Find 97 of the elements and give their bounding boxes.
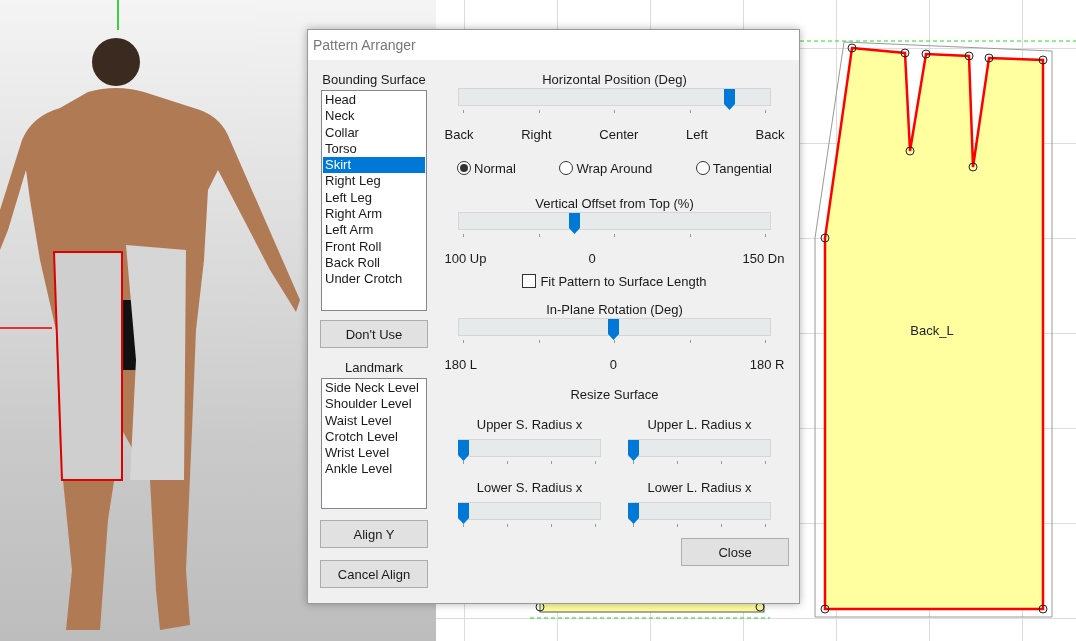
list-item[interactable]: Crotch Level	[323, 428, 425, 446]
tick-mark	[507, 524, 508, 527]
tick-mark	[721, 461, 722, 464]
list-item[interactable]: Ankle Level	[323, 461, 425, 478]
surface-list[interactable]: Head Neck Collar Torso Skirt Right Leg Left Leg Right Arm Left Arm Front Roll Back Roll Under Crotch	[321, 90, 427, 311]
tick-mark	[595, 461, 596, 464]
slider-title: In-Plane Rotation (Deg)	[546, 302, 683, 318]
pattern-piece-drawing[interactable]	[814, 41, 1053, 618]
tick-label: 0	[609, 357, 618, 373]
slider-thumb[interactable]	[628, 503, 639, 524]
checkbox[interactable]	[522, 274, 537, 288]
tick-mark	[689, 340, 691, 343]
list-item[interactable]: Head	[323, 92, 425, 109]
tick-mark	[765, 340, 766, 343]
radio-button[interactable]: Normal	[457, 159, 516, 177]
pattern-label: Back_L	[910, 323, 954, 338]
slider-thumb[interactable]	[724, 89, 736, 110]
dont-use-button[interactable]: Don't Use	[320, 320, 428, 348]
cancel-align-button[interactable]: Cancel Align	[320, 560, 428, 588]
tick-mark	[721, 524, 722, 527]
tick-label: Right	[521, 127, 552, 143]
list-item[interactable]: Under Crotch	[323, 271, 425, 288]
list-item[interactable]: Collar	[323, 124, 425, 141]
tick-mark	[538, 110, 540, 113]
tick-label: Back	[444, 127, 474, 143]
slider-label: Lower L. Radius x	[647, 480, 752, 496]
slider-thumb[interactable]	[628, 440, 639, 461]
tick-mark	[614, 110, 615, 113]
tick-mark	[765, 524, 766, 527]
radio-button[interactable]: Tangential	[695, 159, 772, 177]
tick-mark	[595, 524, 596, 527]
tick-mark	[765, 110, 766, 113]
radio-label: Tangential	[712, 160, 772, 176]
tick-mark	[689, 110, 691, 113]
tick-label: 0	[588, 251, 596, 267]
list-item[interactable]: Side Neck Level	[323, 380, 425, 397]
radio-circle[interactable]	[695, 161, 710, 175]
list-item[interactable]: Neck	[323, 108, 425, 125]
group-label: Landmark	[345, 360, 403, 377]
list-item[interactable]: Torso	[323, 140, 425, 158]
close-button[interactable]: Close	[681, 538, 789, 566]
slider-thumb[interactable]	[458, 503, 469, 524]
list-item[interactable]: Shoulder Level	[323, 396, 425, 413]
tick-mark	[677, 461, 678, 464]
radio-label: Normal	[474, 160, 516, 176]
slider-title: Vertical Offset from Top (%)	[535, 196, 694, 212]
tick-mark	[551, 524, 552, 527]
tick-label: Back	[755, 127, 785, 143]
radio-button[interactable]: Wrap Around	[559, 159, 653, 177]
radio-circle[interactable]	[559, 161, 574, 175]
tick-label: Left	[686, 127, 708, 143]
list-item[interactable]: Left Arm	[323, 222, 425, 239]
window-title: Pattern Arranger	[313, 37, 416, 53]
tick-mark	[551, 461, 552, 464]
landmark-list[interactable]: Side Neck Level Shoulder Level Waist Level Crotch Level Wrist Level Ankle Level	[321, 378, 427, 509]
tick-label: 180 L	[444, 357, 478, 373]
list-item[interactable]: Front Roll	[323, 238, 425, 255]
tick-mark	[633, 461, 634, 464]
tick-mark	[677, 524, 678, 527]
slider-label: Lower S. Radius x	[476, 480, 583, 496]
tick-label: 150 Dn	[742, 251, 785, 267]
checkbox-label: Fit Pattern to Surface Length	[540, 273, 707, 289]
group-label: Bounding Surface	[322, 72, 426, 89]
list-item[interactable]: Right Arm	[323, 206, 425, 223]
tick-label: 100 Up	[444, 251, 487, 267]
slider-thumb[interactable]	[568, 213, 580, 234]
slider-thumb[interactable]	[458, 440, 469, 461]
slider-thumb[interactable]	[607, 319, 619, 340]
list-item[interactable]: Skirt	[323, 157, 425, 174]
radio-label: Wrap Around	[576, 160, 653, 176]
radio-circle[interactable]	[457, 161, 471, 175]
tick-label: 180 R	[749, 357, 785, 373]
tick-mark	[765, 461, 766, 464]
slider-label: Upper L. Radius x	[647, 417, 752, 433]
tick-mark	[765, 234, 766, 237]
tick-mark	[507, 461, 508, 464]
section-title: Resize Surface	[570, 387, 659, 403]
tick-mark	[463, 110, 464, 113]
list-item[interactable]: Left Leg	[323, 189, 425, 207]
tick-mark	[633, 524, 634, 527]
align-y-button[interactable]: Align Y	[320, 520, 428, 548]
slider-label: Upper S. Radius x	[476, 417, 583, 433]
list-item[interactable]: Waist Level	[323, 412, 425, 429]
list-item[interactable]: Back Roll	[323, 254, 425, 272]
tick-mark	[538, 234, 540, 237]
list-item[interactable]: Wrist Level	[323, 445, 425, 462]
tick-mark	[614, 234, 615, 237]
tick-mark	[689, 234, 691, 237]
list-item[interactable]: Right Leg	[323, 173, 425, 190]
tick-mark	[463, 461, 464, 464]
slider-title: Horizontal Position (Deg)	[542, 72, 687, 88]
tick-mark	[463, 340, 464, 343]
tick-mark	[614, 340, 615, 343]
tick-label: Center	[599, 127, 639, 143]
tick-mark	[463, 234, 464, 237]
tick-mark	[463, 524, 464, 527]
tick-mark	[538, 340, 540, 343]
